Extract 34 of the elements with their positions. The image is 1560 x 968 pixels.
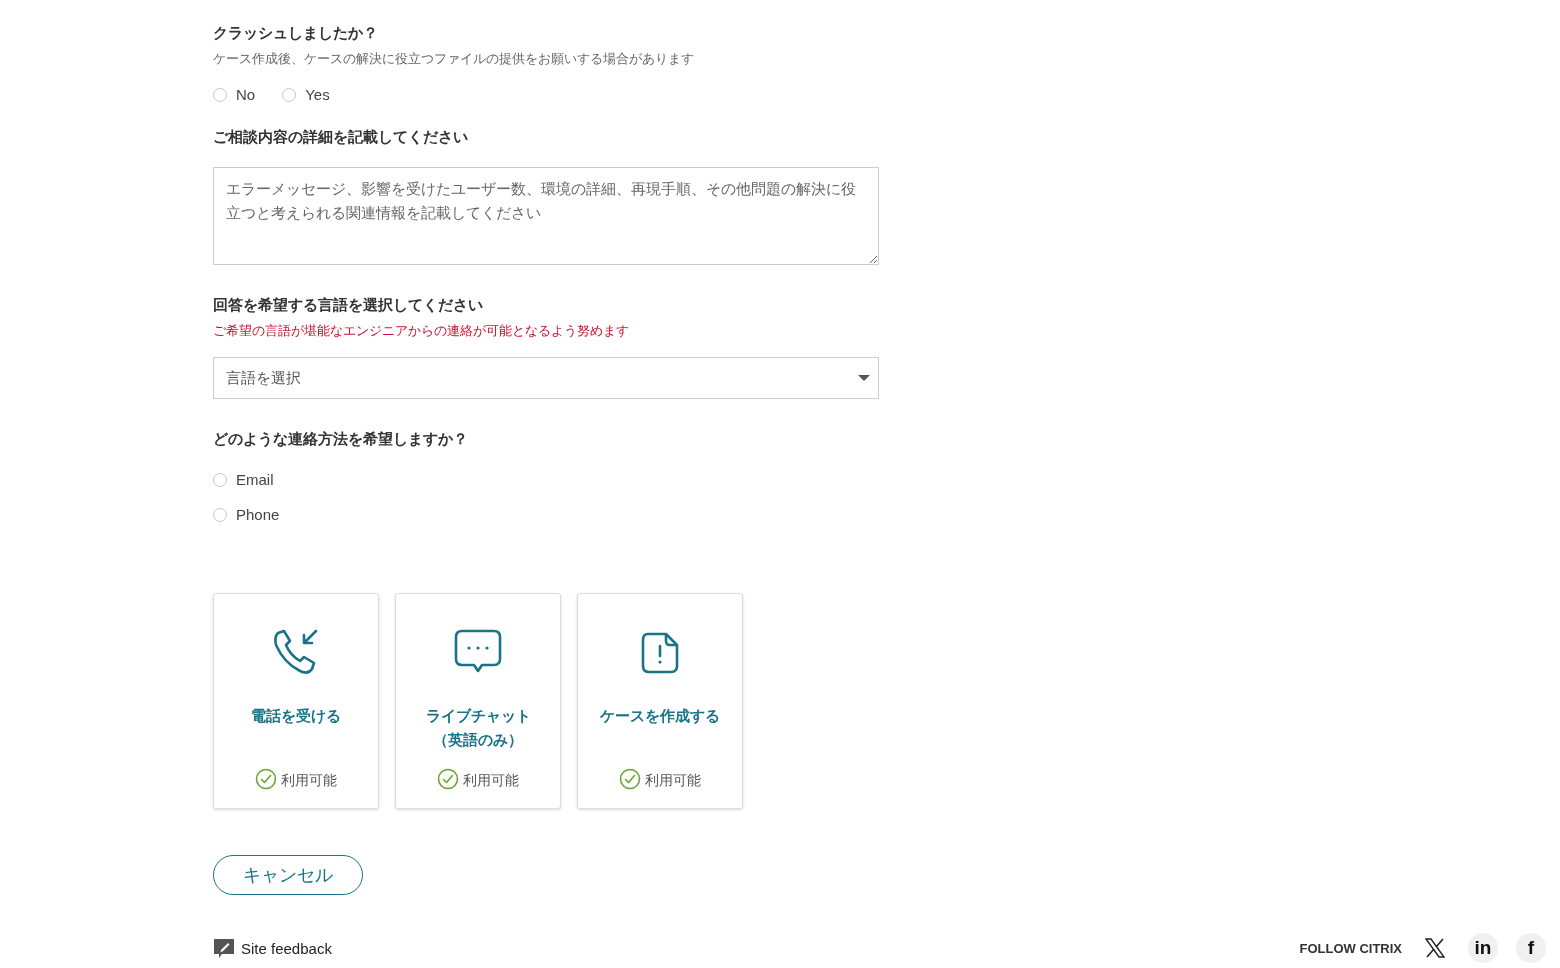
radio-label: Email	[236, 471, 274, 488]
contact-option-card[interactable]: ライブチャット（英語のみ） 利用可能	[395, 593, 561, 809]
follow-label: FOLLOW CITRIX	[1299, 940, 1402, 956]
hint-text: ケース作成後、ケースの解決に役立つファイルの提供をお願いする場合があります	[213, 50, 695, 67]
radio-button[interactable]	[213, 87, 227, 102]
contact-option-card[interactable]: 電話を受ける 利用可能	[213, 593, 379, 809]
details-textarea[interactable]: エラーメッセージ、影響を受けたユーザー数、環境の詳細、再現手順、その他問題の解決に役立つと考えられる関連情報を記載してください	[213, 167, 879, 265]
question-label: どのような連絡方法を希望しますか？	[213, 429, 469, 449]
dropdown-caret-icon	[858, 374, 870, 382]
radio-button[interactable]	[282, 87, 297, 102]
card-title: 電話を受ける	[250, 706, 342, 726]
status-text: 利用可能	[463, 772, 519, 790]
radio-label: No	[236, 86, 256, 103]
site-feedback-link[interactable]: Site feedback	[213, 937, 332, 959]
feedback-pencil-icon	[213, 937, 235, 959]
radio-button[interactable]	[213, 472, 227, 487]
card-title: ケースを作成する	[599, 706, 721, 726]
question-label: 回答を希望する言語を選択してください	[213, 295, 484, 315]
document-alert-icon	[640, 631, 680, 675]
radio-label: Yes	[305, 86, 330, 103]
linkedin-link[interactable]: in	[1468, 933, 1498, 963]
status-text: 利用可能	[281, 772, 337, 790]
radio-label: Phone	[236, 506, 280, 523]
status-text: 利用可能	[645, 772, 701, 790]
note-text: ご希望の言語が堪能なエンジニアからの連絡が可能となるよう努めます	[213, 322, 630, 339]
x-logo-icon	[1425, 938, 1445, 958]
facebook-link[interactable]: f	[1516, 933, 1546, 963]
question-label: クラッシュしましたか？	[213, 23, 379, 43]
card-title: ライブチャット（英語のみ）	[424, 706, 532, 750]
language-select[interactable]: 言語を選択	[213, 357, 879, 399]
contact-option-card[interactable]: ケースを作成する 利用可能	[577, 593, 743, 809]
radio-button[interactable]	[213, 507, 227, 522]
question-label: ご相談内容の詳細を記載してください	[213, 127, 469, 147]
cancel-button[interactable]: キャンセル	[213, 855, 363, 895]
